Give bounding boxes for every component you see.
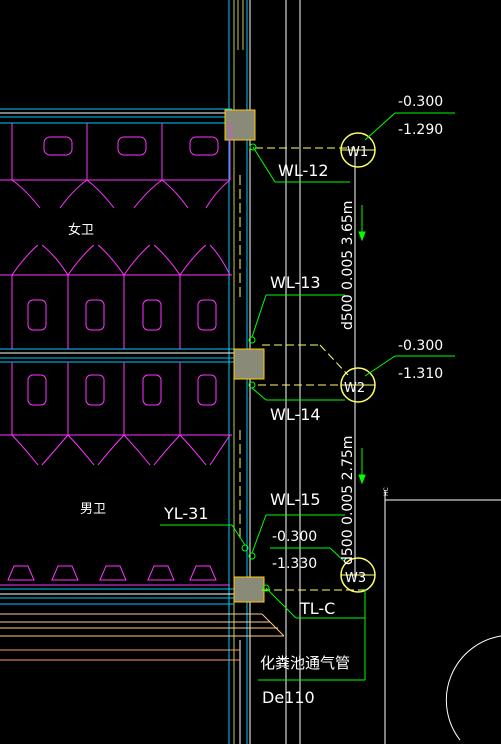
well-w2-label: W2 bbox=[344, 381, 365, 396]
female-lower-fixtures bbox=[0, 244, 232, 349]
urinal-fixtures bbox=[0, 565, 230, 586]
pipe-tlc-label: TL-C bbox=[299, 599, 335, 618]
w1-elev-bottom: -1.290 bbox=[398, 122, 443, 138]
large-arc bbox=[445, 635, 501, 741]
w3-elev-bottom: -1.330 bbox=[272, 556, 317, 572]
well-w1: W1 bbox=[340, 132, 376, 168]
vertical-label-lower: d500 0.005 2.75m bbox=[340, 436, 356, 565]
small-mark: HC bbox=[383, 487, 390, 496]
room-male-label: 男卫 bbox=[80, 502, 106, 517]
pipe-wl12-label: WL-12 bbox=[278, 161, 329, 180]
pipe-wl13-label: WL-13 bbox=[270, 273, 321, 292]
w2-elev-top: -0.300 bbox=[398, 338, 443, 354]
vent-size: De110 bbox=[262, 688, 315, 707]
vent-note: 化粪池通气管 bbox=[260, 654, 350, 672]
pipe-wl15-label: WL-15 bbox=[270, 490, 321, 509]
room-female-label: 女卫 bbox=[68, 222, 94, 238]
vertical-label-upper: d500 0.005 3.65m bbox=[340, 201, 356, 330]
w1-elev-top: -0.300 bbox=[398, 94, 443, 110]
pipe-wl14-label: WL-14 bbox=[270, 405, 321, 424]
male-stall-fixtures bbox=[0, 362, 232, 466]
well-w1-label: W1 bbox=[347, 145, 368, 160]
pipe-yl31-label: YL-31 bbox=[163, 504, 209, 523]
w3-elev-top: -0.300 bbox=[272, 529, 317, 545]
flow-arrows bbox=[358, 205, 366, 485]
female-upper-fixtures bbox=[0, 123, 231, 209]
well-w3-label: W3 bbox=[345, 571, 366, 586]
w2-elev-bottom: -1.310 bbox=[398, 366, 443, 382]
plumbing-cad-drawing: W1 W2 W3 女卫 男卫 WL-12 WL-13 WL-14 WL-15 Y… bbox=[0, 0, 501, 744]
leader-lines bbox=[160, 112, 455, 681]
